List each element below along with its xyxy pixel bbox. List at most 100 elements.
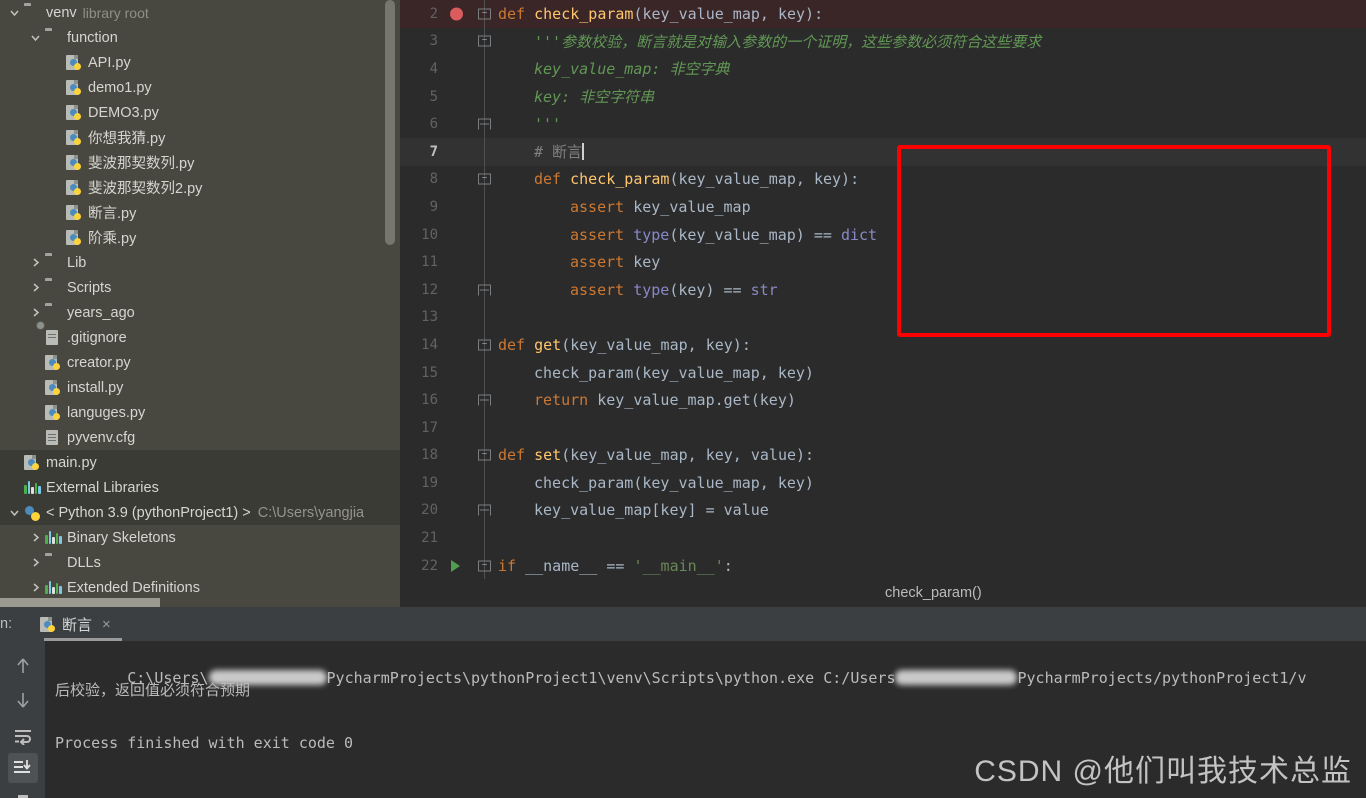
tree-item-21[interactable]: Binary Skeletons (0, 525, 400, 550)
fold-collapse-icon[interactable]: − (472, 551, 498, 580)
console-toolbar[interactable] (0, 641, 45, 798)
editor-line-7[interactable]: 7 # 断言 (400, 137, 1366, 166)
editor-line-5[interactable]: 5 key: 非空字符串 (400, 82, 1366, 111)
editor-line-15[interactable]: 15 check_param(key_value_map, key) (400, 358, 1366, 387)
code-editor[interactable]: 2− def check_param(key_value_map, key): 3−… (400, 0, 1366, 607)
chevron-down-icon[interactable] (8, 506, 21, 519)
tree-item-13[interactable]: .gitignore (0, 321, 400, 350)
run-tab-断言[interactable]: 断言 × (30, 607, 122, 641)
editor-breadcrumb[interactable]: check_param() (885, 585, 982, 601)
gutter-marker-slot (446, 414, 472, 442)
line-code: assert key_value_map (570, 197, 751, 216)
fold-collapse-icon[interactable]: − (472, 27, 498, 56)
run-tabs-bar[interactable]: n: 断言 × (0, 607, 1366, 641)
fold-end-icon[interactable] (472, 386, 498, 414)
editor-line-12[interactable]: 12 assert type(key) == str (400, 275, 1366, 304)
chevron-down-icon[interactable] (29, 31, 42, 44)
tree-item-6[interactable]: 斐波那契数列.py (0, 150, 400, 175)
close-icon[interactable]: × (102, 616, 111, 633)
editor-line-17[interactable]: 17 (400, 413, 1366, 442)
fold-collapse-icon[interactable]: − (472, 331, 498, 359)
tree-item-1[interactable]: function (0, 25, 400, 50)
tree-item-label: Scripts (67, 279, 112, 296)
chevron-right-icon[interactable] (29, 531, 42, 544)
fold-end-icon[interactable] (472, 275, 498, 304)
tree-item-10[interactable]: Lib (0, 250, 400, 275)
scroll-up-icon[interactable] (8, 651, 38, 681)
fold-collapse-icon[interactable]: − (472, 0, 498, 28)
editor-line-3[interactable]: 3 − '''参数校验，断言就是对输入参数的一个证明，这些参数必须符合这些要求 (400, 27, 1366, 56)
editor-line-10[interactable]: 10 assert type(key_value_map) == dict (400, 220, 1366, 249)
tree-item-17[interactable]: pyvenv.cfg (0, 425, 400, 450)
editor-line-22[interactable]: 22 − if __name__ == '__main__': (400, 551, 1366, 580)
project-tree-panel[interactable]: venv library root function API.py demo1.py DE… (0, 0, 400, 607)
editor-line-8[interactable]: 8 − def check_param(key_value_map, key): (400, 165, 1366, 194)
soft-wrap-icon[interactable] (8, 721, 38, 751)
tree-item-11[interactable]: Scripts (0, 275, 400, 300)
breakpoint-icon[interactable] (446, 0, 472, 28)
tree-item-8[interactable]: 断言.py (0, 200, 400, 225)
editor-line-13[interactable]: 13 (400, 303, 1366, 332)
console-cmd-suffix: PycharmProjects/pythonProject1/v (1017, 669, 1307, 687)
editor-line-18[interactable]: 18 − def set(key_value_map, key, value): (400, 441, 1366, 470)
csdn-watermark: CSDN @他们叫我技术总监 (974, 755, 1352, 788)
run-gutter-icon[interactable] (446, 552, 472, 580)
fold-collapse-icon[interactable]: − (472, 441, 498, 470)
tree-item-9[interactable]: 阶乘.py (0, 225, 400, 250)
tree-item-23[interactable]: Extended Definitions (0, 575, 400, 600)
tree-item-4[interactable]: DEMO3.py (0, 100, 400, 125)
print-icon[interactable] (8, 787, 38, 798)
tree-item-15[interactable]: install.py (0, 375, 400, 400)
chevron-right-icon[interactable] (29, 281, 42, 294)
fold-slot (472, 524, 498, 552)
tree-item-5[interactable]: 你想我猜.py (0, 125, 400, 150)
tree-item-22[interactable]: DLLs (0, 550, 400, 575)
editor-line-6[interactable]: 6 ''' (400, 110, 1366, 138)
tree-item-0[interactable]: venv library root (0, 0, 400, 25)
libraries-icon (45, 529, 62, 546)
editor-line-20[interactable]: 20 key_value_map[key] = value (400, 496, 1366, 525)
line-code: check_param(key_value_map, key) (534, 363, 814, 382)
scroll-to-end-icon[interactable] (8, 753, 38, 783)
line-code: assert type(key) == str (570, 280, 778, 299)
tree-item-label: 斐波那契数列.py (88, 156, 195, 172)
line-number: 4 (429, 60, 438, 77)
fold-slot (472, 137, 498, 166)
tree-item-18[interactable]: main.py (0, 450, 400, 475)
tree-item-7[interactable]: 斐波那契数列2.py (0, 175, 400, 200)
editor-line-4[interactable]: 4 key_value_map: 非空字典 (400, 55, 1366, 83)
editor-line-21[interactable]: 21 (400, 524, 1366, 552)
python-file-icon (66, 54, 83, 71)
editor-line-14[interactable]: 14 − def get(key_value_map, key): (400, 331, 1366, 359)
chevron-right-icon[interactable] (29, 556, 42, 569)
fold-end-icon[interactable] (472, 110, 498, 138)
editor-line-19[interactable]: 19 check_param(key_value_map, key) (400, 469, 1366, 497)
chevron-down-icon[interactable] (8, 6, 21, 19)
line-number: 19 (421, 474, 438, 491)
editor-line-2[interactable]: 2 − def check_param(key_value_map, key): (400, 0, 1366, 28)
editor-line-16[interactable]: 16 return key_value_map.get(key) (400, 386, 1366, 414)
scroll-down-icon[interactable] (8, 685, 38, 715)
tree-item-3[interactable]: demo1.py (0, 75, 400, 100)
fold-end-icon[interactable] (472, 496, 498, 525)
editor-line-list[interactable]: 2− def check_param(key_value_map, key): 3−… (400, 0, 1366, 580)
chevron-right-icon[interactable] (29, 306, 42, 319)
tree-item-16[interactable]: languges.py (0, 400, 400, 425)
tree-item-2[interactable]: API.py (0, 50, 400, 75)
tree-item-12[interactable]: years_ago (0, 300, 400, 325)
project-tree[interactable]: venv library root function API.py demo1.py DE… (0, 0, 400, 600)
chevron-right-icon[interactable] (29, 581, 42, 594)
sidebar-horizontal-scrollbar[interactable] (0, 598, 400, 607)
tree-item-14[interactable]: creator.py (0, 350, 400, 375)
tree-item-label: creator.py (67, 354, 131, 371)
fold-collapse-icon[interactable]: − (472, 165, 498, 194)
folder-icon (45, 254, 62, 271)
editor-line-9[interactable]: 9 assert key_value_map (400, 193, 1366, 221)
python-file-icon (45, 404, 62, 421)
tree-item-19[interactable]: External Libraries (0, 475, 400, 500)
editor-line-11[interactable]: 11 assert key (400, 248, 1366, 276)
sidebar-hscroll-thumb[interactable] (0, 598, 160, 607)
sidebar-vertical-scrollbar[interactable] (385, 0, 395, 245)
chevron-right-icon[interactable] (29, 256, 42, 269)
tree-item-20[interactable]: < Python 3.9 (pythonProject1) > C:\Users\… (0, 500, 400, 525)
